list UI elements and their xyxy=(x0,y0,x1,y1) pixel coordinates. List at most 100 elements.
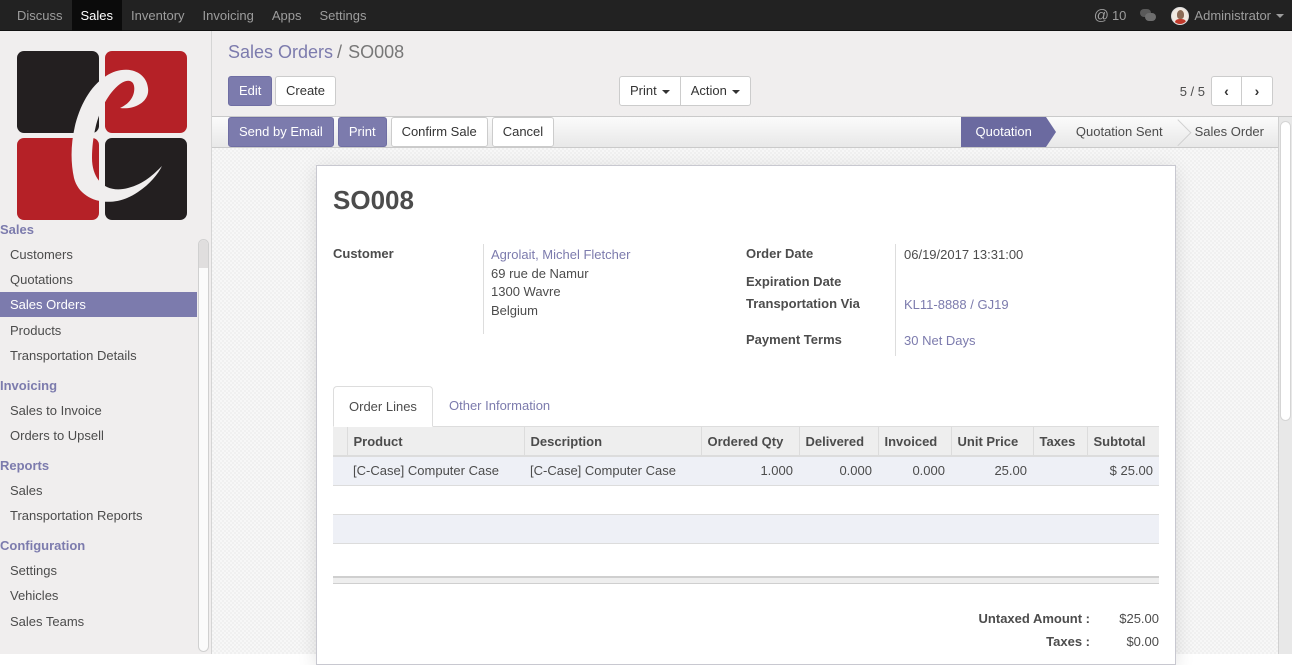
untaxed-amount-label: Untaxed Amount : xyxy=(978,611,1090,626)
app-apps[interactable]: Apps xyxy=(263,0,311,31)
tab-order-lines[interactable]: Order Lines xyxy=(333,386,433,427)
breadcrumb: Sales Orders / SO008 xyxy=(228,42,404,63)
column-header-ordered-qty[interactable]: Ordered Qty xyxy=(700,427,799,457)
column-header-unit-price[interactable]: Unit Price xyxy=(950,427,1033,457)
send-by-email-button[interactable]: Send by Email xyxy=(228,117,334,147)
column-header-invoiced[interactable]: Invoiced xyxy=(877,427,951,457)
cell-taxes[interactable] xyxy=(1033,456,1087,486)
transportation-via-link[interactable]: KL11-8888 / GJ19 xyxy=(904,295,1009,314)
empty-cell xyxy=(333,485,1159,515)
create-button[interactable]: Create xyxy=(275,76,337,106)
print-dropdown-label: Print xyxy=(630,83,657,98)
sidebar-item-transportation-reports[interactable]: Transportation Reports xyxy=(0,503,197,528)
app-discuss[interactable]: Discuss xyxy=(8,0,72,31)
app-inventory[interactable]: Inventory xyxy=(122,0,193,31)
chevron-left-icon: ‹ xyxy=(1224,83,1229,99)
sidebar-scrollbar[interactable] xyxy=(198,239,209,652)
app-menu: Discuss Sales Inventory Invoicing Apps S… xyxy=(8,0,375,31)
cell-ordered-qty[interactable]: 1.000 xyxy=(701,456,799,486)
app-settings[interactable]: Settings xyxy=(310,0,375,31)
pager-value[interactable]: 5 / 5 xyxy=(1180,84,1205,99)
tab-other-information[interactable]: Other Information xyxy=(434,386,565,427)
mentions-button[interactable]: @ 10 xyxy=(1094,7,1127,24)
breadcrumb-sales-orders[interactable]: Sales Orders xyxy=(228,42,333,62)
chat-bubbles-icon xyxy=(1140,9,1157,22)
sidebar-item-products[interactable]: Products xyxy=(0,318,197,343)
avatar xyxy=(1171,6,1190,25)
order-lines-table: Product Description Ordered Qty Delivere… xyxy=(333,427,1159,544)
mentions-count: 10 xyxy=(1111,8,1127,23)
sidebar-scrollbar-thumb[interactable] xyxy=(199,240,208,268)
divider xyxy=(483,244,484,334)
user-name: Administrator xyxy=(1194,8,1271,23)
menu-header-sales[interactable]: Sales xyxy=(0,217,197,242)
control-panel: Sales Orders / SO008 Edit Create Print Act… xyxy=(212,31,1292,117)
column-header-description[interactable]: Description xyxy=(523,427,701,457)
sidebar-item-transportation-details[interactable]: Transportation Details xyxy=(0,343,197,368)
breadcrumb-current: SO008 xyxy=(348,42,405,62)
customer-address-street: 69 rue de Namur xyxy=(491,266,589,281)
cell-product[interactable]: [C-Case] Computer Case xyxy=(347,456,524,486)
sidebar: Sales Customers Quotations Sales Orders … xyxy=(0,31,212,654)
pager-previous-button[interactable]: ‹ xyxy=(1211,76,1242,106)
user-menu[interactable]: Administrator xyxy=(1171,6,1284,25)
empty-cell xyxy=(333,514,1159,544)
sidebar-item-sales-to-invoice[interactable]: Sales to Invoice xyxy=(0,398,197,423)
status-step-quotation-sent[interactable]: Quotation Sent xyxy=(1056,117,1185,147)
column-header-delivered[interactable]: Delivered xyxy=(798,427,878,457)
column-header-product[interactable]: Product xyxy=(346,427,524,457)
app-sales[interactable]: Sales xyxy=(71,0,123,31)
menu-header-configuration[interactable]: Configuration xyxy=(0,533,197,558)
cell-unit-price[interactable]: 25.00 xyxy=(951,456,1033,486)
payment-terms-link[interactable]: 30 Net Days xyxy=(904,331,976,350)
sidebar-item-customers[interactable]: Customers xyxy=(0,242,197,267)
status-step-quotation[interactable]: Quotation xyxy=(960,117,1057,147)
sidebar-item-orders-to-upsell[interactable]: Orders to Upsell xyxy=(0,423,197,448)
status-steps: Quotation Quotation Sent Sales Order xyxy=(960,117,1278,147)
sidebar-menu: Sales Customers Quotations Sales Orders … xyxy=(0,222,197,634)
cell-description[interactable]: [C-Case] Computer Case xyxy=(524,456,701,486)
sidebar-item-quotations[interactable]: Quotations xyxy=(0,267,197,292)
top-navbar: Discuss Sales Inventory Invoicing Apps S… xyxy=(0,0,1292,31)
payment-terms-label: Payment Terms xyxy=(746,332,842,347)
at-icon: @ xyxy=(1093,7,1109,24)
table-row[interactable]: [C-Case] Computer Case [C-Case] Computer… xyxy=(333,456,1159,486)
main-scrollbar[interactable] xyxy=(1278,117,1292,654)
action-dropdown[interactable]: Action xyxy=(680,76,751,106)
form-statusbar: Send by Email Print Confirm Sale Cancel … xyxy=(212,117,1278,148)
column-header-taxes[interactable]: Taxes xyxy=(1032,427,1087,457)
menu-header-reports[interactable]: Reports xyxy=(0,453,197,478)
sidebar-item-sales-report[interactable]: Sales xyxy=(0,478,197,503)
print-button[interactable]: Print xyxy=(337,117,387,147)
transportation-via-label: Transportation Via xyxy=(746,296,860,311)
print-dropdown[interactable]: Print xyxy=(619,76,681,106)
order-date-value: 06/19/2017 13:31:00 xyxy=(904,247,1024,262)
taxes-value: $0.00 xyxy=(1126,634,1159,649)
status-step-sales-order[interactable]: Sales Order xyxy=(1185,117,1278,147)
sidebar-item-settings[interactable]: Settings xyxy=(0,558,197,583)
cell-invoiced[interactable]: 0.000 xyxy=(878,456,951,486)
sidebar-item-sales-teams[interactable]: Sales Teams xyxy=(0,609,197,634)
pager-next-button[interactable]: › xyxy=(1242,76,1273,106)
empty-row xyxy=(333,514,1159,544)
chat-button[interactable] xyxy=(1140,9,1157,22)
confirm-sale-button[interactable]: Confirm Sale xyxy=(390,117,488,147)
systray: @ 10 Administrator xyxy=(1080,0,1284,31)
untaxed-amount-value: $25.00 xyxy=(1119,611,1159,626)
main-scrollbar-thumb[interactable] xyxy=(1280,121,1291,421)
app-invoicing[interactable]: Invoicing xyxy=(194,0,263,31)
table-footer xyxy=(333,576,1159,584)
edit-button[interactable]: Edit xyxy=(228,76,273,106)
sidebar-item-vehicles[interactable]: Vehicles xyxy=(0,583,197,608)
sidebar-item-sales-orders[interactable]: Sales Orders xyxy=(0,292,197,317)
sidebar-actions: Print Action xyxy=(619,76,751,106)
customer-address-country: Belgium xyxy=(491,303,538,318)
cell-subtotal[interactable]: $ 25.00 xyxy=(1087,456,1159,486)
column-header-subtotal[interactable]: Subtotal xyxy=(1086,427,1159,457)
customer-link[interactable]: Agrolait, Michel Fletcher xyxy=(491,245,630,264)
menu-header-invoicing[interactable]: Invoicing xyxy=(0,373,197,398)
row-handle xyxy=(333,456,347,486)
customer-address-city: 1300 Wavre xyxy=(491,284,561,299)
cell-delivered[interactable]: 0.000 xyxy=(799,456,878,486)
cancel-button[interactable]: Cancel xyxy=(491,117,555,147)
